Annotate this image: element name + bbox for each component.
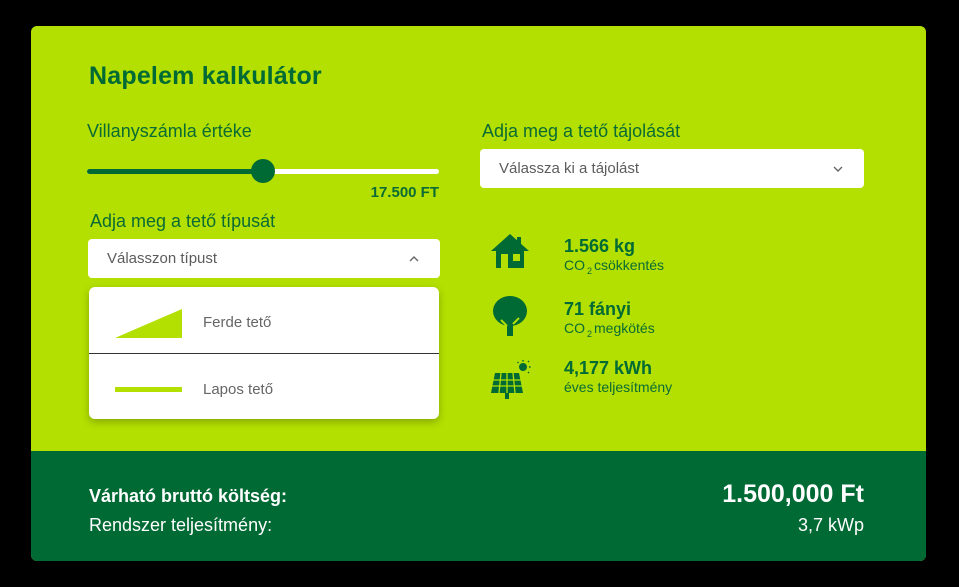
orientation-select[interactable]: Válassza ki a tájolást	[480, 149, 864, 188]
sloped-roof-icon	[115, 309, 182, 338]
co2-reduction-value: 1.566 kg	[564, 236, 636, 256]
house-icon	[491, 234, 529, 268]
roof-type-select[interactable]: Válasszon típust	[88, 239, 440, 278]
bill-label: Villanyszámla értéke	[87, 121, 252, 141]
roof-option-sloped[interactable]: Ferde tető	[89, 287, 439, 353]
roof-option-label: Lapos tető	[203, 381, 274, 398]
orientation-label: Adja meg a tető tájolását	[482, 121, 681, 141]
bill-slider[interactable]	[87, 159, 439, 183]
roof-type-label: Adja meg a tető típusát	[90, 211, 276, 231]
calculator-card: Napelem kalkulátor Villanyszámla értéke …	[31, 26, 926, 561]
roof-option-label: Ferde tető	[203, 314, 272, 331]
co2-binding-value: 71 fányi	[564, 299, 632, 319]
page-title: Napelem kalkulátor	[89, 62, 322, 90]
chevron-up-icon	[409, 256, 419, 262]
cost-value: 1.500,000 Ft	[722, 480, 864, 508]
annual-output-label: éves teljesítmény	[564, 379, 673, 395]
summary-footer: Várható bruttó költség: Rendszer teljesí…	[31, 451, 926, 561]
bill-value: 17.500 FT	[370, 184, 439, 201]
flat-roof-icon	[115, 387, 182, 392]
cost-label: Várható bruttó költség:	[89, 486, 288, 506]
co2-reduction-label: CO 2 csökkentés	[564, 257, 665, 276]
power-label: Rendszer teljesítmény:	[89, 515, 273, 535]
bill-slider-fill	[87, 169, 263, 174]
tree-icon	[493, 296, 527, 336]
power-value: 3,7 kWp	[797, 515, 864, 535]
bill-slider-thumb[interactable]	[251, 159, 275, 183]
roof-type-placeholder: Válasszon típust	[107, 250, 218, 267]
roof-type-dropdown: Ferde tető Lapos tető	[89, 287, 439, 419]
solar-panel-icon	[491, 360, 531, 399]
annual-output-value: 4,177 kWh	[564, 358, 653, 378]
roof-option-flat[interactable]: Lapos tető	[89, 354, 439, 419]
chevron-down-icon	[833, 166, 843, 172]
co2-binding-label: CO 2 megkötés	[564, 320, 655, 339]
orientation-placeholder: Válassza ki a tájolást	[499, 160, 640, 177]
